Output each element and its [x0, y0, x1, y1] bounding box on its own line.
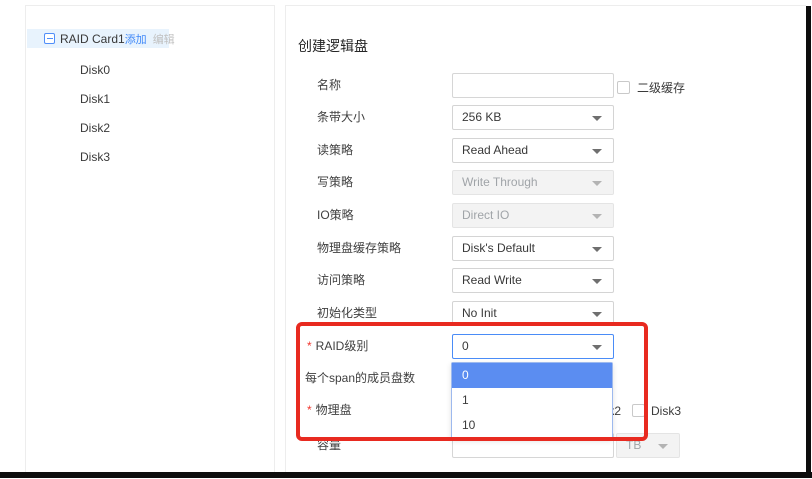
access-policy-select[interactable]: Read Write — [452, 268, 614, 293]
l2-cache-label: 二级缓存 — [637, 79, 685, 96]
edit-link: 编辑 — [153, 31, 175, 47]
screenshot-border-right — [806, 6, 811, 478]
capacity-unit-select: TB — [616, 433, 680, 458]
required-asterisk: * — [307, 403, 312, 417]
add-link[interactable]: 添加 — [125, 31, 147, 47]
disk-cache-policy-label: 物理盘缓存策略 — [317, 236, 401, 261]
l2-cache-option: 二级缓存 — [617, 79, 685, 96]
stripe-size-select[interactable]: 256 KB — [452, 105, 614, 130]
tree-children: Disk0 Disk1 Disk2 Disk3 — [27, 52, 267, 172]
tree-node-raid-card1[interactable]: RAID Card1 添加 编辑 — [27, 29, 169, 48]
physical-disk-option-disk3: Disk3 — [632, 404, 692, 417]
raid-level-label: *RAID级别 — [307, 334, 368, 359]
raid-level-dropdown-list: 0 1 10 — [451, 362, 613, 439]
access-policy-label: 访问策略 — [317, 268, 365, 293]
raid-tree-panel: RAID Card1 添加 编辑 Disk0 Disk1 Disk2 Disk3 — [25, 5, 275, 472]
init-type-label: 初始化类型 — [317, 301, 377, 326]
name-label: 名称 — [317, 73, 341, 98]
init-type-select[interactable]: No Init — [452, 301, 614, 326]
page-title: 创建逻辑盘 — [298, 36, 368, 56]
l2-cache-checkbox[interactable] — [617, 81, 630, 94]
io-policy-label: IO策略 — [317, 203, 354, 228]
tree-node-disk3[interactable]: Disk3 — [27, 143, 267, 172]
tree-node-disk0[interactable]: Disk0 — [27, 56, 267, 85]
name-input[interactable] — [452, 73, 614, 98]
raid-config-screen: RAID Card1 添加 编辑 Disk0 Disk1 Disk2 Disk3… — [0, 0, 812, 479]
tree-node-disk2[interactable]: Disk2 — [27, 114, 267, 143]
write-policy-select: Write Through — [452, 170, 614, 195]
physical-disk-label: *物理盘 — [307, 398, 352, 423]
raid-level-option-10[interactable]: 10 — [452, 413, 612, 438]
raid-level-select[interactable]: 0 — [452, 334, 614, 359]
collapse-minus-icon[interactable] — [44, 33, 55, 44]
io-policy-select: Direct IO — [452, 203, 614, 228]
tree-node-disk1[interactable]: Disk1 — [27, 85, 267, 114]
capacity-label: 容量 — [317, 433, 341, 458]
read-policy-label: 读策略 — [317, 138, 353, 163]
read-policy-select[interactable]: Read Ahead — [452, 138, 614, 163]
span-members-label: 每个span的成员盘数 — [305, 366, 415, 391]
raid-level-option-1[interactable]: 1 — [452, 388, 612, 413]
required-asterisk: * — [307, 339, 312, 353]
stripe-size-label: 条带大小 — [317, 105, 365, 130]
write-policy-label: 写策略 — [317, 170, 353, 195]
disk-cache-policy-select[interactable]: Disk's Default — [452, 236, 614, 261]
tree-node-label: RAID Card1 — [60, 32, 125, 46]
raid-level-option-0[interactable]: 0 — [452, 363, 612, 388]
screenshot-border-bottom — [0, 472, 812, 478]
disk3-checkbox[interactable] — [632, 404, 645, 417]
